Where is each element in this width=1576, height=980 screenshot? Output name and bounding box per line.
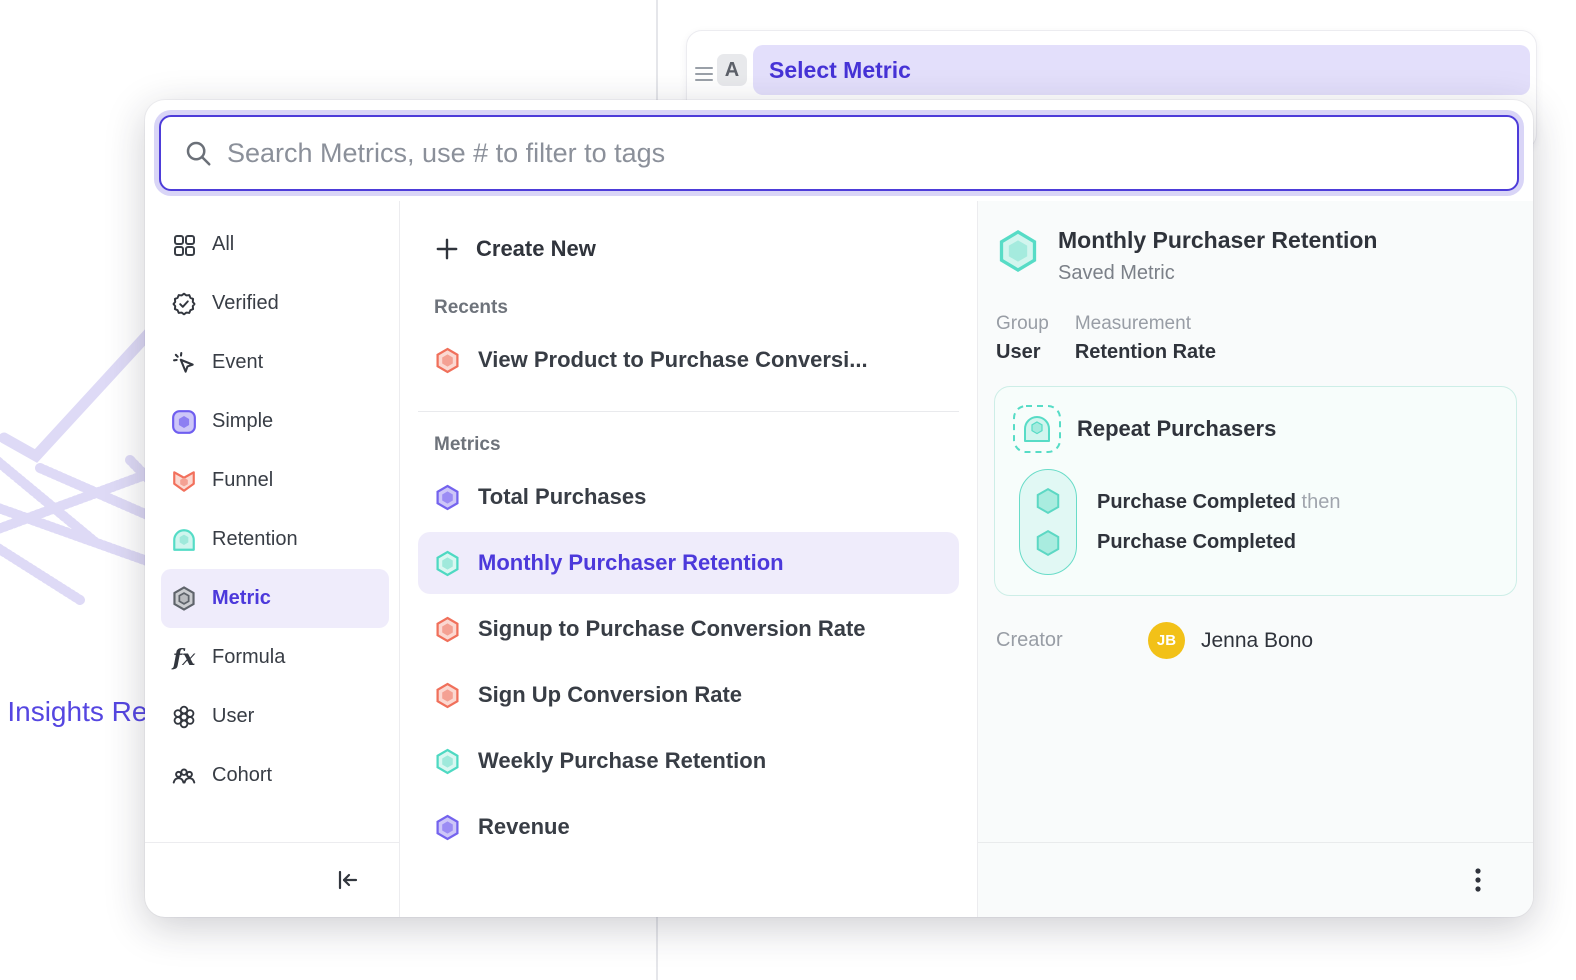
collapse-left-icon [335, 868, 359, 892]
definition-step-1: Purchase Completed then [1097, 491, 1340, 514]
detail-meta: Group User Measurement Retention Rate [978, 285, 1533, 364]
metric-detail-panel: Monthly Purchaser Retention Saved Metric… [978, 201, 1533, 917]
retention-definition-icon [1011, 403, 1063, 455]
verified-badge-icon [171, 291, 197, 317]
sidebar-item-cohort[interactable]: Cohort [161, 746, 389, 805]
sidebar-item-retention[interactable]: Retention [161, 510, 389, 569]
metric-list-panel: Create New Recents View Product to Purch… [400, 201, 978, 917]
metrics-section-label: Metrics [434, 434, 977, 456]
metric-hexagon-icon [434, 814, 461, 841]
metric-hexagon-icon [434, 484, 461, 511]
metric-item-label: Revenue [478, 814, 570, 840]
detail-title: Monthly Purchaser Retention [1058, 227, 1377, 254]
type-filter-sidebar: All Verified Event [145, 201, 400, 917]
create-new-button[interactable]: Create New [418, 223, 959, 275]
creator-row: Creator JB Jenna Bono [978, 596, 1533, 659]
event-cursor-icon [171, 350, 197, 376]
sidebar-item-label: Formula [212, 646, 285, 669]
recent-metric-item[interactable]: View Product to Purchase Conversi... [418, 329, 959, 391]
search-input[interactable] [227, 123, 1517, 183]
user-icon [171, 704, 197, 730]
definition-name: Repeat Purchasers [1077, 416, 1276, 442]
cohort-icon [171, 763, 197, 789]
create-new-label: Create New [476, 236, 596, 262]
sidebar-item-verified[interactable]: Verified [161, 274, 389, 333]
metric-hexagon-icon [434, 616, 461, 643]
search-icon [183, 138, 213, 168]
metric-item-revenue[interactable]: Revenue [418, 796, 959, 858]
definition-step-2: Purchase Completed [1097, 531, 1340, 554]
sidebar-item-label: All [212, 233, 234, 256]
metric-hexagon-icon [434, 748, 461, 775]
get-started-text: et started. [0, 634, 148, 670]
sidebar-footer [145, 842, 399, 917]
sidebar-item-label: Funnel [212, 469, 273, 492]
detail-subtitle: Saved Metric [1058, 262, 1377, 285]
simple-icon [171, 409, 197, 435]
creator-label: Creator [996, 629, 1148, 652]
group-label: Group [996, 313, 1049, 335]
metric-picker-modal: All Verified Event [145, 100, 1533, 917]
sidebar-item-label: Simple [212, 410, 273, 433]
search-zone [145, 100, 1533, 201]
sidebar-item-funnel[interactable]: Funnel [161, 451, 389, 510]
sidebar-item-label: Cohort [212, 764, 272, 787]
creator-name: Jenna Bono [1201, 629, 1313, 653]
detail-footer [978, 842, 1533, 917]
creator-avatar: JB [1148, 622, 1185, 659]
kebab-menu-icon [1467, 867, 1489, 893]
metric-icon [171, 586, 197, 612]
metric-item-total-purchases[interactable]: Total Purchases [418, 466, 959, 528]
then-label: then [1302, 491, 1341, 513]
metric-item-sign-up-conversion-rate[interactable]: Sign Up Conversion Rate [418, 664, 959, 726]
grid-icon [171, 232, 197, 258]
retention-icon [171, 527, 197, 553]
recents-section-label: Recents [434, 297, 977, 319]
sidebar-item-label: Retention [212, 528, 298, 551]
plus-icon [434, 236, 460, 262]
metric-item-signup-to-purchase-conversion-rate[interactable]: Signup to Purchase Conversion Rate [418, 598, 959, 660]
metric-item-label: Total Purchases [478, 484, 646, 510]
sidebar-item-event[interactable]: Event [161, 333, 389, 392]
metric-definition-card: Repeat Purchasers Purchase Completed the… [994, 386, 1517, 596]
formula-icon: fx [171, 645, 197, 671]
more-options-button[interactable] [1461, 861, 1495, 899]
sidebar-item-label: Metric [212, 587, 271, 610]
sidebar-item-user[interactable]: User [161, 687, 389, 746]
saved-metric-hexagon-icon [996, 229, 1040, 273]
metric-item-monthly-purchaser-retention[interactable]: Monthly Purchaser Retention [418, 532, 959, 594]
measurement-label: Measurement [1075, 313, 1216, 335]
funnel-icon [171, 468, 197, 494]
metric-item-label: Weekly Purchase Retention [478, 748, 766, 774]
metric-hexagon-icon [434, 550, 461, 577]
metric-item-weekly-purchase-retention[interactable]: Weekly Purchase Retention [418, 730, 959, 792]
search-box[interactable] [159, 115, 1519, 191]
sidebar-item-metric[interactable]: Metric [161, 569, 389, 628]
metric-hexagon-icon [434, 682, 461, 709]
metric-item-label: Signup to Purchase Conversion Rate [478, 616, 866, 642]
measurement-value: Retention Rate [1075, 341, 1216, 364]
collapse-sidebar-button[interactable] [329, 862, 365, 898]
detail-header: Monthly Purchaser Retention Saved Metric [978, 201, 1533, 285]
select-metric-label: Select Metric [753, 57, 911, 84]
sidebar-item-all[interactable]: All [161, 215, 389, 274]
metric-item-label: View Product to Purchase Conversi... [478, 347, 868, 373]
series-letter-badge: A [717, 54, 747, 86]
sidebar-item-label: User [212, 705, 254, 728]
metric-item-label: Sign Up Conversion Rate [478, 682, 742, 708]
funnel-metric-hexagon-icon [434, 347, 461, 374]
drag-handle-icon[interactable] [695, 67, 713, 81]
select-metric-field[interactable]: Select Metric [753, 45, 1530, 95]
retention-steps-capsule-icon [1019, 469, 1077, 575]
sidebar-item-label: Event [212, 351, 263, 374]
sidebar-item-simple[interactable]: Simple [161, 392, 389, 451]
sidebar-item-label: Verified [212, 292, 279, 315]
group-value: User [996, 341, 1049, 364]
sidebar-item-formula[interactable]: fx Formula [161, 628, 389, 687]
metric-item-label: Monthly Purchaser Retention [478, 550, 784, 576]
section-divider [418, 411, 959, 412]
